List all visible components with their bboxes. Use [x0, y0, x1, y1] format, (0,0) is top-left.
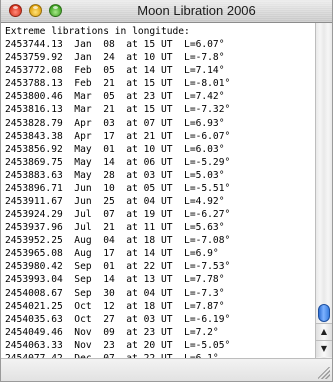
libration-row: 2453911.67 Jun 25 at 04 UT L=4.92° [5, 196, 225, 208]
libration-text: Extreme librations in longitude: 2453744.… [1, 23, 315, 358]
title-bar[interactable]: Moon Libration 2006 [1, 0, 332, 23]
libration-row: 2453800.46 Mar 05 at 23 UT L=7.42° [5, 91, 225, 103]
libration-row: 2454063.33 Nov 23 at 20 UT L=-5.05° [5, 339, 231, 351]
libration-row: 2453980.42 Sep 01 at 22 UT L=-7.53° [5, 261, 231, 273]
data-rows: 2453744.13 Jan 08 at 15 UT L=6.07° 245375… [5, 38, 315, 358]
bottom-bar [1, 358, 332, 381]
libration-row: 2453883.63 May 28 at 03 UT L=5.03° [5, 169, 225, 181]
zoom-button[interactable] [49, 4, 62, 17]
minimize-button[interactable] [29, 4, 42, 17]
libration-row: 2454008.67 Sep 30 at 04 UT L=-7.3° [5, 287, 225, 299]
libration-row: 2453759.92 Jan 24 at 10 UT L=-7.8° [5, 52, 225, 64]
scroll-down-arrow-icon[interactable]: ▼ [316, 340, 332, 357]
libration-row: 2453952.25 Aug 04 at 18 UT L=-7.08° [5, 235, 231, 247]
scroll-up-arrow-icon[interactable]: ▲ [316, 323, 332, 340]
libration-row: 2453772.08 Feb 05 at 14 UT L=7.14° [5, 65, 225, 77]
libration-row: 2453924.29 Jul 07 at 19 UT L=-6.27° [5, 209, 231, 221]
libration-row: 2453937.96 Jul 21 at 11 UT L=5.63° [5, 222, 225, 234]
vertical-scrollbar[interactable]: ▲ ▼ [315, 23, 332, 358]
libration-row: 2454035.63 Oct 27 at 03 UT L=-6.19° [5, 313, 231, 325]
libration-row: 2453965.08 Aug 17 at 14 UT L=6.9° [5, 248, 219, 260]
scroll-thumb[interactable] [318, 304, 330, 322]
libration-row: 2453843.38 Apr 17 at 21 UT L=-6.07° [5, 130, 231, 142]
libration-row: 2454021.25 Oct 12 at 18 UT L=7.87° [5, 300, 225, 312]
libration-row: 2453856.92 May 01 at 10 UT L=6.03° [5, 143, 225, 155]
libration-row: 2453788.13 Feb 21 at 15 UT L=-8.01° [5, 78, 231, 90]
close-button[interactable] [9, 4, 22, 17]
libration-row: 2453828.79 Apr 03 at 07 UT L=6.93° [5, 117, 225, 129]
text-view[interactable]: Extreme librations in longitude: 2453744.… [1, 23, 315, 358]
window-title: Moon Libration 2006 [137, 3, 256, 18]
heading: Extreme librations in longitude: [5, 26, 190, 37]
libration-row: 2453869.75 May 14 at 06 UT L=-5.29° [5, 156, 231, 168]
libration-row: 2453816.13 Mar 21 at 15 UT L=-7.32° [5, 104, 231, 116]
libration-row: 2453993.04 Sep 14 at 13 UT L=7.78° [5, 274, 225, 286]
app-window: Moon Libration 2006 Extreme librations i… [0, 0, 333, 382]
resize-grip-icon[interactable] [318, 367, 330, 379]
scroll-track[interactable] [316, 23, 332, 322]
libration-row: 2454049.46 Nov 09 at 23 UT L=7.2° [5, 326, 219, 338]
libration-row: 2453896.71 Jun 10 at 05 UT L=-5.51° [5, 182, 231, 194]
libration-row: 2453744.13 Jan 08 at 15 UT L=6.07° [5, 39, 225, 51]
